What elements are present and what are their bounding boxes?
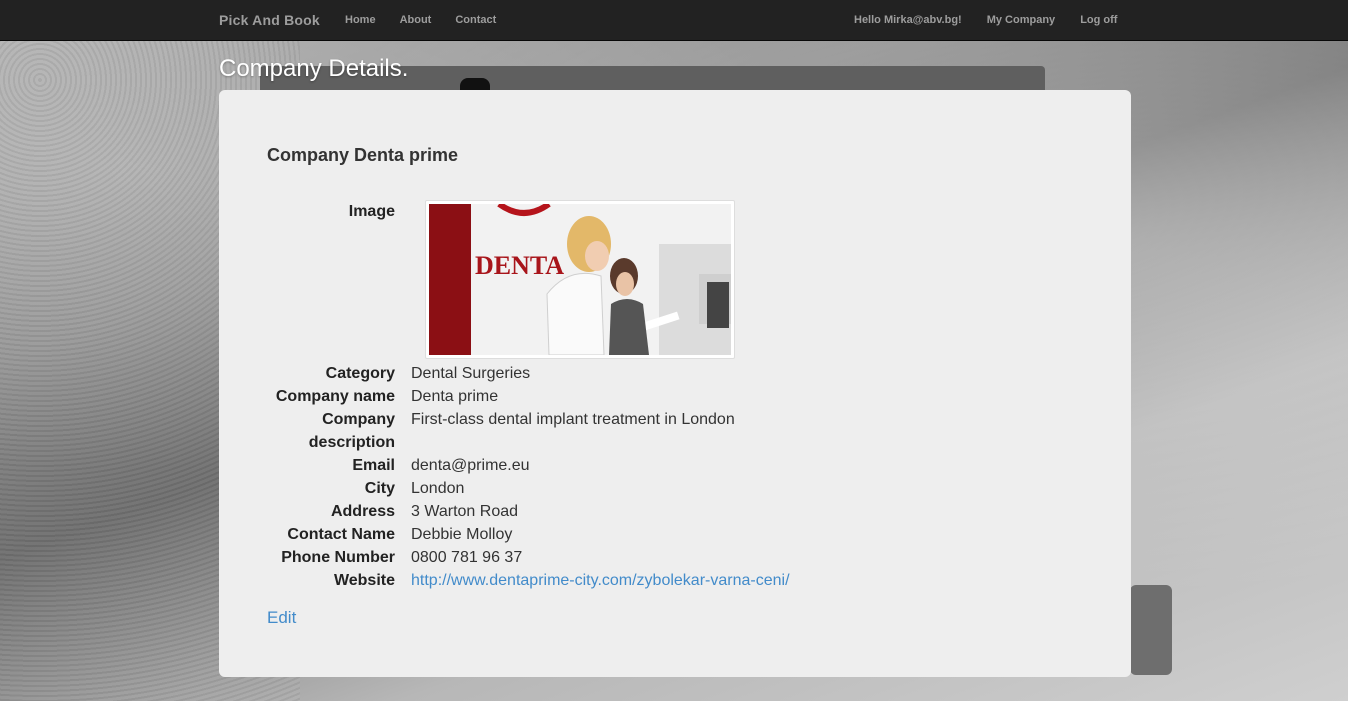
value-email: denta@prime.eu (411, 457, 530, 474)
label-image: Image (348, 203, 395, 220)
company-details-card: Company Denta prime Image DENTA Category… (219, 90, 1131, 677)
company-photo-icon: DENTA (429, 204, 731, 355)
user-greeting-link[interactable]: Hello Mirka@abv.bg! (854, 14, 962, 26)
nav-home-link[interactable]: Home (345, 14, 376, 26)
label-description: Company description (308, 411, 395, 451)
label-company-name: Company name (275, 388, 395, 405)
value-category: Dental Surgeries (411, 365, 531, 382)
value-company-name: Denta prime (411, 388, 499, 405)
nav-right: Hello Mirka@abv.bg! My Company Log off (854, 14, 1117, 26)
detail-row-phone: Phone Number 0800 781 96 37 (219, 546, 1131, 569)
detail-row-city: City London (219, 477, 1131, 500)
edit-link[interactable]: Edit (267, 608, 296, 628)
label-category: Category (325, 365, 395, 382)
company-heading: Company Denta prime (267, 145, 459, 165)
detail-row-address: Address 3 Warton Road (219, 500, 1131, 523)
svg-text:DENTA: DENTA (475, 251, 564, 280)
detail-row-email: Email denta@prime.eu (219, 454, 1131, 477)
nav-left: Home About Contact (345, 14, 496, 26)
label-website: Website (333, 572, 395, 589)
nav-about-link[interactable]: About (400, 14, 432, 26)
value-website: http://www.dentaprime-city.com/zybolekar… (411, 569, 790, 592)
label-phone: Phone Number (281, 549, 395, 566)
company-image: DENTA (425, 200, 735, 359)
value-phone: 0800 781 96 37 (411, 549, 523, 566)
value-description: First-class dental implant treatment in … (411, 411, 735, 428)
website-link[interactable]: http://www.dentaprime-city.com/zybolekar… (411, 572, 790, 589)
detail-row-category: Category Dental Surgeries (219, 362, 1131, 385)
page-title: Company Details. (219, 55, 409, 82)
detail-row-description: Company description First-class dental i… (219, 408, 1131, 454)
brand-link[interactable]: Pick And Book (219, 12, 320, 28)
label-city: City (364, 480, 395, 497)
label-address: Address (330, 503, 395, 520)
details-list: Image DENTA Category Dental Surgeries Co… (219, 200, 1131, 592)
detail-row-contact: Contact Name Debbie Molloy (219, 523, 1131, 546)
logoff-link[interactable]: Log off (1080, 14, 1117, 26)
detail-row-image: Image DENTA (219, 200, 1131, 362)
value-contact-name: Debbie Molloy (411, 526, 513, 543)
detail-row-website: Website http://www.dentaprime-city.com/z… (219, 569, 1131, 592)
label-email: Email (352, 457, 395, 474)
my-company-link[interactable]: My Company (987, 14, 1055, 26)
nav-contact-link[interactable]: Contact (455, 14, 496, 26)
detail-row-name: Company name Denta prime (219, 385, 1131, 408)
value-address: 3 Warton Road (411, 503, 519, 520)
navbar: Pick And Book Home About Contact Hello M… (0, 0, 1348, 41)
value-city: London (411, 480, 465, 497)
label-contact-name: Contact Name (287, 526, 395, 543)
